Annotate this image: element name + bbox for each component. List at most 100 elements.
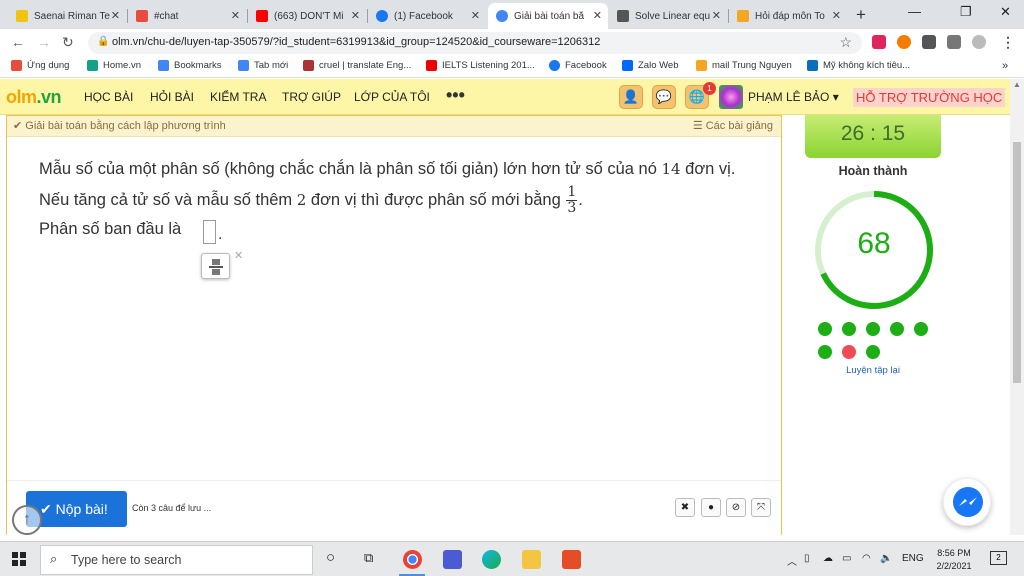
bookmark-label: Home.vn bbox=[103, 60, 142, 71]
windows-start-icon[interactable] bbox=[12, 552, 26, 566]
file-explorer-icon[interactable] bbox=[522, 550, 541, 569]
fullscreen-icon[interactable]: ⤧ bbox=[751, 498, 771, 517]
bookmarks-overflow-icon[interactable]: » bbox=[1002, 60, 1008, 72]
browser-tab[interactable]: Saenai Riman Te ✕ bbox=[8, 3, 126, 29]
more-menu-icon[interactable]: ••• bbox=[446, 85, 465, 106]
retry-link[interactable]: Luyện tập lại bbox=[794, 365, 952, 376]
messenger-chat-button[interactable] bbox=[943, 478, 991, 526]
close-icon[interactable]: ✖ bbox=[675, 498, 695, 517]
menu-kiem-tra[interactable]: KIỂM TRA bbox=[210, 90, 266, 104]
forward-icon[interactable]: → bbox=[37, 34, 51, 50]
back-icon[interactable]: ← bbox=[11, 34, 25, 50]
result-dot-correct[interactable] bbox=[914, 322, 928, 336]
tray-overflow-icon[interactable]: ︿ bbox=[787, 553, 797, 568]
bookmark-item[interactable]: Home.vn bbox=[87, 60, 141, 71]
result-dot-wrong[interactable] bbox=[842, 345, 856, 359]
scroll-to-top-button[interactable]: ↑ bbox=[12, 505, 42, 535]
result-dot-correct[interactable] bbox=[866, 345, 880, 359]
bookmark-item[interactable]: Facebook bbox=[549, 60, 607, 71]
tray-app-icon[interactable]: ▯ bbox=[804, 553, 810, 564]
extensions-puzzle-icon[interactable] bbox=[922, 35, 936, 49]
menu-lop-cua-toi[interactable]: LỚP CỦA TÔI bbox=[354, 90, 430, 104]
browser-tab[interactable]: (663) DON'T Mi ✕ bbox=[248, 3, 366, 29]
tray-cloud-icon[interactable]: ☁ bbox=[823, 553, 833, 564]
app-icon[interactable] bbox=[443, 550, 462, 569]
extension-icon[interactable] bbox=[897, 35, 911, 49]
close-tab-icon[interactable]: ✕ bbox=[111, 9, 120, 22]
close-tab-icon[interactable]: ✕ bbox=[712, 9, 721, 22]
menu-hoi-bai[interactable]: HỎI BÀI bbox=[150, 90, 194, 104]
bookmark-item[interactable]: IELTS Listening 201... bbox=[426, 60, 535, 71]
taskbar-search-input[interactable]: ⌕ Type here to search bbox=[40, 545, 313, 575]
extension-icon[interactable] bbox=[872, 35, 886, 49]
bookmark-item[interactable]: Bookmarks bbox=[158, 60, 222, 71]
browser-tab-active[interactable]: Giải bài toán bằ ✕ bbox=[488, 3, 608, 29]
cortana-icon[interactable]: ○ bbox=[326, 549, 335, 566]
chat-icon[interactable]: 💬 bbox=[652, 85, 676, 109]
block-icon[interactable]: ⊘ bbox=[726, 498, 746, 517]
battery-icon[interactable]: ▭ bbox=[842, 553, 851, 564]
browser-tab[interactable]: Solve Linear equ ✕ bbox=[609, 3, 727, 29]
result-dot-correct[interactable] bbox=[890, 322, 904, 336]
volume-icon[interactable]: 🔈 bbox=[880, 553, 892, 564]
close-tab-icon[interactable]: ✕ bbox=[471, 9, 480, 22]
scrollbar-thumb[interactable] bbox=[1013, 142, 1021, 383]
logo-main: olm bbox=[6, 87, 37, 107]
scroll-up-icon[interactable]: ▲ bbox=[1013, 80, 1021, 89]
chrome-icon[interactable] bbox=[403, 550, 422, 569]
wifi-icon[interactable]: ◠ bbox=[862, 553, 871, 564]
info-icon[interactable]: ● bbox=[701, 498, 721, 517]
reading-list-icon[interactable] bbox=[947, 35, 961, 49]
office-icon[interactable] bbox=[562, 550, 581, 569]
page-scrollbar[interactable]: ▲ bbox=[1010, 79, 1024, 535]
bookmark-apps[interactable]: Ứng dụng bbox=[11, 60, 69, 71]
taskbar-clock[interactable]: 8:56 PM 2/2/2021 bbox=[930, 547, 978, 573]
avatar[interactable] bbox=[719, 85, 743, 109]
bookmark-item[interactable]: Tab mới bbox=[238, 60, 288, 71]
topic-title[interactable]: ✔ Giải bài toán bằng cách lập phương trì… bbox=[13, 119, 226, 132]
close-tab-icon[interactable]: ✕ bbox=[351, 9, 360, 22]
lessons-link[interactable]: ☰ Các bài giảng bbox=[693, 119, 773, 132]
bookmark-item[interactable]: Mỹ không kích tiêu... bbox=[807, 60, 910, 71]
profile-avatar-icon[interactable] bbox=[972, 35, 986, 49]
answer-label: Phân số ban đầu là bbox=[39, 220, 182, 238]
restore-button[interactable]: ❐ bbox=[960, 4, 972, 20]
bookmark-item[interactable]: cruel | translate Eng... bbox=[303, 60, 411, 71]
url-field[interactable]: 🔒 olm.vn/chu-de/luyen-tap-350579/?id_stu… bbox=[88, 32, 862, 54]
close-tab-icon[interactable]: ✕ bbox=[832, 9, 841, 22]
insert-fraction-button[interactable] bbox=[201, 253, 230, 279]
result-dot-correct[interactable] bbox=[842, 322, 856, 336]
answer-period: . bbox=[218, 226, 223, 243]
browser-tab[interactable]: (1) Facebook ✕ bbox=[368, 3, 486, 29]
task-view-icon[interactable]: ⧉ bbox=[364, 550, 373, 566]
menu-hoc-bai[interactable]: HỌC BÀI bbox=[84, 90, 133, 104]
close-tab-icon[interactable]: ✕ bbox=[231, 9, 240, 22]
close-window-button[interactable]: ✕ bbox=[1000, 4, 1011, 20]
browser-tab[interactable]: Hỏi đáp môn To ✕ bbox=[729, 3, 847, 29]
close-toolbar-icon[interactable]: ✕ bbox=[234, 249, 243, 262]
new-tab-button[interactable]: + bbox=[856, 5, 866, 25]
user-add-icon[interactable]: 👤 bbox=[619, 85, 643, 109]
result-dot-correct[interactable] bbox=[818, 322, 832, 336]
bookmark-item[interactable]: mail Trung Nguyen bbox=[696, 60, 792, 71]
bookmark-item[interactable]: Zalo Web bbox=[622, 60, 678, 71]
menu-tro-giup[interactable]: TRỢ GIÚP bbox=[282, 90, 341, 104]
notification-center-icon[interactable]: 2 bbox=[990, 551, 1007, 565]
browser-menu-icon[interactable]: ⋮ bbox=[1001, 34, 1015, 51]
language-indicator[interactable]: ENG bbox=[902, 553, 924, 564]
minimize-button[interactable]: — bbox=[908, 4, 921, 19]
question-end: . bbox=[578, 191, 583, 209]
bookmark-star-icon[interactable]: ☆ bbox=[839, 34, 852, 51]
user-menu[interactable]: PHẠM LÊ BẢO ▾ bbox=[748, 90, 839, 104]
reload-icon[interactable]: ↻ bbox=[62, 34, 74, 51]
tab-title: (663) DON'T Mi bbox=[274, 10, 344, 22]
olm-logo[interactable]: olm.vn bbox=[6, 87, 62, 108]
result-dot-correct[interactable] bbox=[818, 345, 832, 359]
school-support-link[interactable]: HỖ TRỢ TRƯỜNG HỌC bbox=[853, 88, 1006, 107]
close-tab-icon[interactable]: ✕ bbox=[593, 9, 602, 22]
answer-input[interactable] bbox=[203, 220, 216, 244]
result-dot-correct[interactable] bbox=[866, 322, 880, 336]
edge-icon[interactable] bbox=[482, 550, 501, 569]
tab-title: Hỏi đáp môn To bbox=[755, 10, 825, 22]
browser-tab[interactable]: #chat ✕ bbox=[128, 3, 246, 29]
